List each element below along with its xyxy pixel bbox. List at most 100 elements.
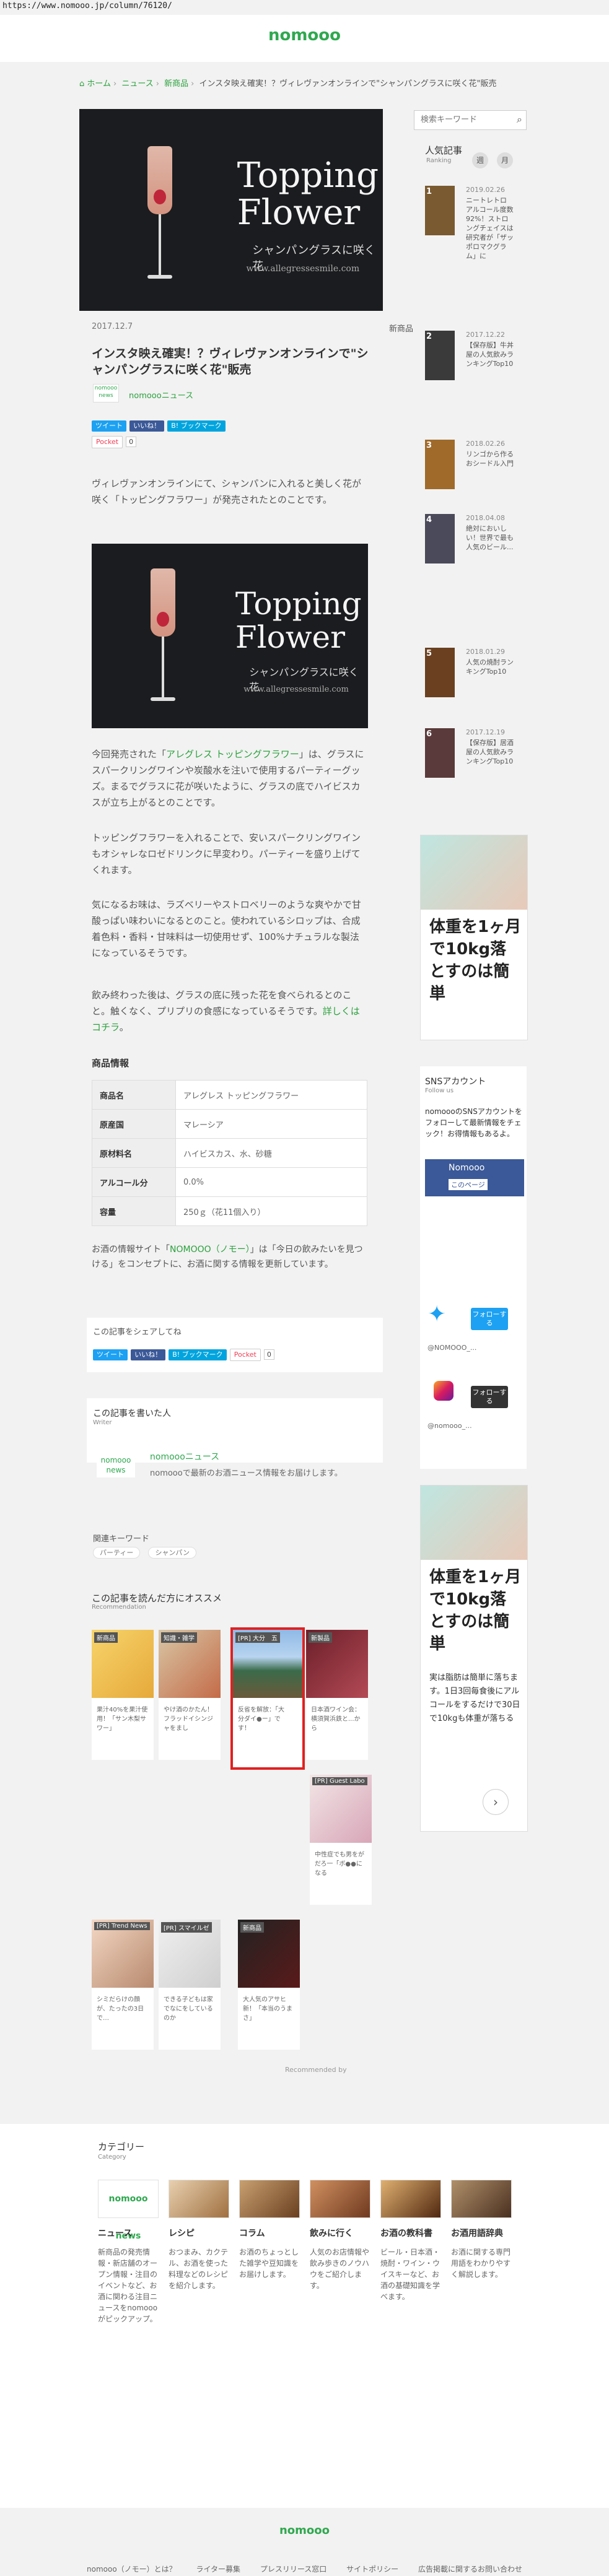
recommend-card[interactable]: [PR] スマイルゼ できる子どもは家でなにをしているのか xyxy=(159,1920,221,2050)
recommend-card[interactable]: [PR] Trend News シミだらけの顔が、たったの3日で… xyxy=(92,1920,154,2050)
pocket-count-bottom: 0 xyxy=(263,1349,274,1360)
article-image-title: Topping Flower xyxy=(235,586,362,655)
hatena-button-bottom[interactable]: B! ブックマーク xyxy=(169,1349,227,1360)
breadcrumb: ⌂ ホーム › ニュース › 新商品 › インスタ映え確実！？ヴィレヴァンオンラインで… xyxy=(79,79,497,89)
recommended-by: Recommended by xyxy=(285,2066,347,2074)
recommend-card-highlighted[interactable]: [PR] 大分 五 反省を解放：「大分ダイ●ー」です！ xyxy=(233,1630,302,1767)
writer-title: この記事を書いた人 xyxy=(93,1409,171,1419)
category-news[interactable]: nomooo news ニュース 新商品の発売情報・新店舗のオープン情報・注目の… xyxy=(98,2180,159,2325)
product-table: 商品名 アレグレス トッピングフラワー 原産国 マレーシア 原材料名 ハイビスカス、水… xyxy=(92,1080,367,1226)
ranking-item[interactable]: 1 2019.02.26 ニートレトロ アルコール度数92%！ストロングチェイス… xyxy=(425,186,518,260)
article-body-1: 今回発売された「アレグレス トッピングフラワー」は、グラスにスパークリングワイン… xyxy=(92,749,364,808)
breadcrumb-home[interactable]: ホーム xyxy=(87,79,111,89)
ad-banner-2[interactable]: 体重を1ヶ月で10kg落とすのは簡単 実は脂肪は簡単に落ちます。1日3回毎食後に… xyxy=(420,1485,528,1832)
author-name[interactable]: nomoooニュース xyxy=(129,389,193,401)
article-image: Topping Flower シャンパングラスに咲く花 www.allegress… xyxy=(92,544,368,728)
footer-link-writer[interactable]: ライター募集 xyxy=(196,2565,241,2574)
nomooo-link[interactable]: NOMOOO（ノモー） xyxy=(170,1245,250,1255)
sns-sub: Follow us xyxy=(425,1087,454,1094)
search-input[interactable] xyxy=(419,115,509,125)
recommend-card[interactable]: 新商品 果汁40%を果汁使用！「サン木梨サワー」 xyxy=(92,1630,154,1760)
category-drink-out[interactable]: 飲みに行く 人気のお店情報や飲み歩きのノウハウをご紹介します。 xyxy=(310,2180,370,2291)
keyword-tag[interactable]: シャンパン xyxy=(148,1547,196,1559)
share-row-bottom: ツイート いいね！ B! ブックマーク Pocket 0 xyxy=(93,1347,274,1361)
author-avatar[interactable]: nomooo news xyxy=(93,384,119,402)
facebook-widget[interactable]: Nomooo このページ xyxy=(425,1159,524,1196)
breadcrumb-new[interactable]: 新商品 xyxy=(164,79,188,89)
category-recipe[interactable]: レシピ おつまみ、カクテル、お酒を使った料理などのレシピを紹介します。 xyxy=(169,2180,229,2291)
footer-link-ads[interactable]: 広告掲載に関するお問い合わせ xyxy=(418,2565,522,2574)
page-url: https://www.nomooo.jp/column/76120/ xyxy=(2,1,172,11)
keyword-tag[interactable]: パーティー xyxy=(93,1547,141,1559)
ad-1-headline: 体重を1ヶ月で10kg落とすのは簡単 xyxy=(429,918,522,1003)
recommend-sub: Recommendation xyxy=(92,1604,146,1611)
ad-2-headline: 体重を1ヶ月で10kg落とすのは簡単 xyxy=(429,1568,522,1653)
ranking-title: 人気記事 xyxy=(425,145,463,156)
table-row: 原産国 マレーシア xyxy=(92,1109,367,1139)
footer-logo[interactable]: nomooo xyxy=(0,2524,609,2537)
instagram-handle: @nomooo_... xyxy=(427,1422,472,1430)
hatena-button[interactable]: B! ブックマーク xyxy=(167,420,226,432)
ranking-item[interactable]: 4 2018.04.08 絶対においしい！世界で最も人気のビール... xyxy=(425,514,518,581)
keyword-list: パーティー シャンパン xyxy=(93,1546,196,1559)
article-title: インスタ映え確実！？ヴィレヴァンオンラインで"シャンパングラスに咲く花"販売 xyxy=(92,347,369,376)
site-logo[interactable]: nomooo xyxy=(0,26,609,45)
twitter-follow-button[interactable]: フォローする xyxy=(471,1308,508,1330)
sns-title: SNSアカウント xyxy=(425,1077,486,1087)
ranking-tab-month[interactable]: 月 xyxy=(497,152,513,168)
search-icon[interactable]: ⌕ xyxy=(517,113,522,126)
ranking-tab-week[interactable]: 週 xyxy=(472,152,488,168)
recommend-card[interactable]: [PR] Guest Labo 中性症でも男をがだろ一「ボ●●になる xyxy=(310,1775,372,1905)
article-tag[interactable]: 新商品 xyxy=(389,322,413,334)
twitter-icon[interactable]: ✦ xyxy=(427,1302,453,1328)
footer-link-policy[interactable]: サイトポリシー xyxy=(346,2565,398,2574)
writer-sub: Writer xyxy=(93,1419,112,1426)
ranking-sub: Ranking xyxy=(426,157,452,164)
tweet-button-bottom[interactable]: ツイート xyxy=(93,1349,128,1360)
category-glossary[interactable]: お酒用語辞典 お酒に関する専門用語をわかりやすく解説します。 xyxy=(451,2180,512,2280)
breadcrumb-current: インスタ映え確実！？ヴィレヴァンオンラインで"シャンパングラスに咲く花"販売 xyxy=(199,79,497,89)
breadcrumb-news[interactable]: ニュース xyxy=(121,79,153,89)
closing-text: お酒の情報サイト「NOMOOO（ノモー）」は「今日の飲みたいを見つける」をコンセ… xyxy=(92,1245,363,1269)
recommend-card[interactable]: 新商品 大人気のアサヒ新！「本当のうまさ」 xyxy=(238,1920,300,2050)
writer-avatar[interactable]: nomooo news xyxy=(97,1455,135,1477)
footer-link-about[interactable]: nomooo（ノモー）とは？ xyxy=(87,2565,177,2574)
pocket-count: 0 xyxy=(126,437,137,447)
article-body-3: 気になるお味は、ラズベリーやストロベリーのような爽やかで甘酸っぱい味わいになると… xyxy=(92,899,361,959)
instagram-icon[interactable] xyxy=(434,1381,453,1401)
footer-link-press[interactable]: プレスリリース窓口 xyxy=(260,2565,326,2574)
ranking-item[interactable]: 3 2018.02.26 リンゴから作るおシードル入門 xyxy=(425,440,518,507)
next-arrow-icon[interactable]: › xyxy=(483,1789,509,1815)
product-link[interactable]: アレグレス トッピングフラワー xyxy=(166,749,299,760)
ranking-item[interactable]: 5 2018.01.29 人気の焼酎ランキングTop10 xyxy=(425,648,518,715)
like-button-bottom[interactable]: いいね！ xyxy=(131,1349,166,1360)
writer-desc: nomoooで最新のお酒ニュース情報をお届けします。 xyxy=(150,1469,343,1478)
category-textbook[interactable]: お酒の教科書 ビール・日本酒・焼酎・ワイン・ウイスキーなど、お酒の基礎知識を学べ… xyxy=(380,2180,441,2302)
instagram-follow-button[interactable]: フォローする xyxy=(471,1386,508,1408)
recommend-card[interactable]: 知識・雑学 やけ酒のかたん！フラッドイシンジャをまし xyxy=(159,1630,221,1760)
ranking-item[interactable]: 2 2017.12.22 【保存版】牛丼屋の人気飲みランキングTop10 xyxy=(425,331,518,398)
table-row: 容量 250ｇ（花11個入り） xyxy=(92,1196,367,1226)
like-button[interactable]: いいね！ xyxy=(129,420,165,432)
footer-links: nomooo（ノモー）とは？ ライター募集 プレスリリース窓口 サイトポリシー … xyxy=(0,2564,609,2574)
tweet-button[interactable]: ツイート xyxy=(92,420,126,432)
product-heading: 商品情報 xyxy=(92,1058,129,1069)
pocket-button-bottom[interactable]: Pocket xyxy=(229,1349,261,1361)
hero-watermark: www.allegressesmile.com xyxy=(246,264,360,274)
recommend-card[interactable]: 新製品 日本酒ワイン会：横須賀浜鉄と...から xyxy=(306,1630,368,1760)
pocket-row-top: Pocket 0 xyxy=(92,435,137,448)
hero-title: Topping Flower xyxy=(237,155,379,233)
share-row-top: ツイート いいね！ B! ブックマーク xyxy=(92,419,226,432)
facebook-page-name: Nomooo xyxy=(449,1163,485,1173)
table-row: 原材料名 ハイビスカス、水、砂糖 xyxy=(92,1138,367,1168)
facebook-like-button[interactable]: このページ xyxy=(449,1179,488,1190)
category-column[interactable]: コラム お酒のちょっとした雑学や豆知識をお届けします。 xyxy=(239,2180,300,2280)
ranking-item[interactable]: 6 2017.12.19 【保存版】居酒屋の人気飲みランキングTop10 xyxy=(425,728,518,795)
glass-illustration-2 xyxy=(151,568,175,711)
twitter-handle: @NOMOOO_... xyxy=(427,1344,477,1352)
pocket-button[interactable]: Pocket xyxy=(92,436,123,448)
article-body-4: 飲み終わった後は、グラスの底に残った花を食べられるとのこと。触くなく、プリプリの… xyxy=(92,990,360,1033)
article-image-watermark: www.allegressesmile.com xyxy=(243,685,349,694)
writer-name[interactable]: nomoooニュース xyxy=(150,1450,219,1463)
ad-banner-1[interactable]: 体重を1ヶ月で10kg落とすのは簡単 xyxy=(420,835,528,1040)
